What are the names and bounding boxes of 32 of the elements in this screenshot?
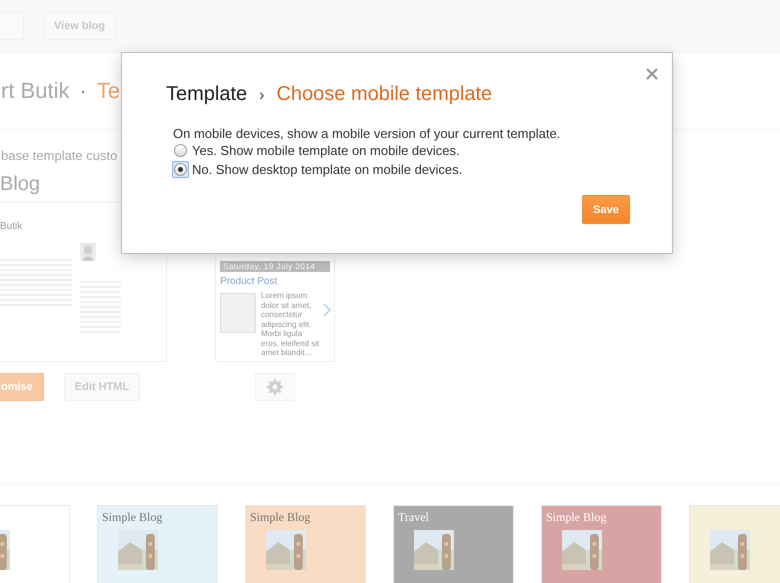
option-label[interactable]: Yes. Show mobile template on mobile devices. <box>192 143 460 158</box>
customise-button[interactable]: omise <box>0 373 44 401</box>
close-icon[interactable] <box>646 68 658 80</box>
description: On mobile devices, show a mobile version of your current template. <box>173 126 562 141</box>
post-excerpt: Lorem ipsum dolor sit amet, consectetur adipiscing elit. Morbi ligula eros, eleifend sit amet blandit... <box>261 291 320 358</box>
dialog-title: Choose mobile template <box>276 83 492 106</box>
subtitle: base template custo <box>1 148 116 163</box>
thumbnail-title: Simple Blog <box>102 510 164 524</box>
breadcrumb-separator: › <box>259 87 264 105</box>
section-title: Te <box>96 78 120 104</box>
blog-name: rt Butik <box>1 78 70 104</box>
chevron-right-icon[interactable] <box>323 303 331 317</box>
template-thumbnail[interactable]: Simple Blog <box>541 505 662 583</box>
thumbnail-title: Simple Blog <box>250 510 312 524</box>
post-date: Saturday, 19 July 2014 <box>220 261 330 272</box>
radio-button[interactable] <box>172 161 189 178</box>
separator: · <box>79 78 87 104</box>
option-label[interactable]: No. Show desktop template on mobile devices. <box>192 162 462 177</box>
template-thumbnail[interactable]: Simple Blog <box>245 505 366 583</box>
template-thumbnail[interactable]: Travel <box>393 505 514 583</box>
thumbnail-title: Simple Blog <box>546 510 608 524</box>
template-thumbnail[interactable] <box>689 505 780 583</box>
image-placeholder <box>220 293 256 333</box>
template-thumbnail[interactable]: Simple Blog <box>97 505 218 583</box>
settings-icon <box>267 379 283 395</box>
save-button[interactable]: Save <box>582 195 630 224</box>
breadcrumb-link[interactable]: Template <box>166 83 248 106</box>
post-title: Product Post <box>220 276 278 287</box>
preview-blog-title: Butik <box>0 220 24 232</box>
section-heading: Blog <box>0 173 42 196</box>
settings-button[interactable] <box>255 373 295 401</box>
thumbnail-title: Travel <box>398 510 430 524</box>
